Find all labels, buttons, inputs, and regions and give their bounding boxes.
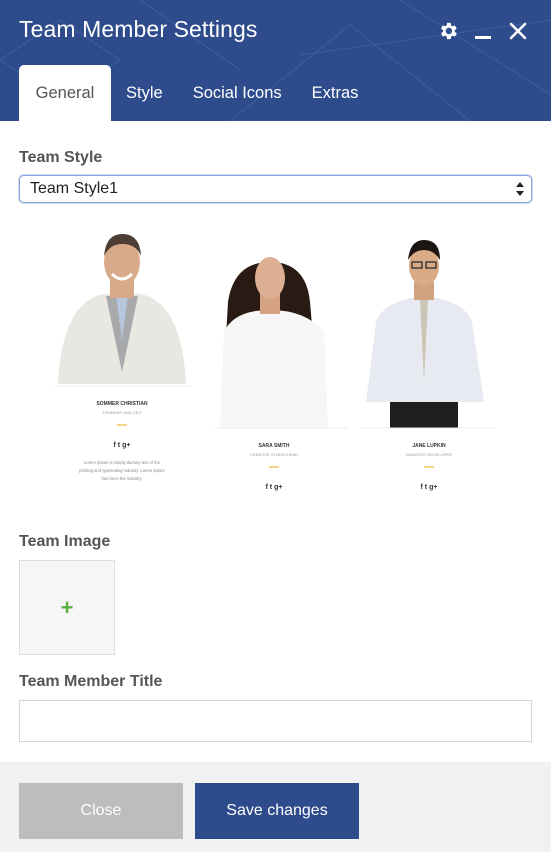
settings-button[interactable] xyxy=(435,18,461,44)
team-image-upload[interactable]: + xyxy=(19,560,115,655)
preview-member-1-social: f t g+ xyxy=(114,442,131,449)
preview-member-3: JANE LUPKIN MAGENTO DEVELOPER f t g+ xyxy=(362,240,496,491)
team-member-title-input[interactable] xyxy=(19,700,532,742)
preview-member-3-role: MAGENTO DEVELOPER xyxy=(406,452,452,457)
preview-member-1-bio-1: Lorem Ipsum is simply dummy text of the xyxy=(84,460,161,465)
preview-member-2-name: SARA SMITH xyxy=(259,443,290,449)
dialog-footer: Close Save changes xyxy=(0,762,551,852)
team-style-label: Team Style xyxy=(19,149,103,166)
close-dialog-button[interactable]: Close xyxy=(19,783,183,839)
close-button[interactable] xyxy=(505,18,531,44)
tab-extras[interactable]: Extras xyxy=(297,65,374,121)
add-image-icon: + xyxy=(60,594,74,620)
preview-member-1-bio-2: printing and typesetting industry. Lorem… xyxy=(79,468,165,473)
minimize-button[interactable] xyxy=(470,18,496,44)
select-arrows-icon xyxy=(516,182,524,196)
minimize-icon xyxy=(475,36,491,39)
team-style-select[interactable]: Team Style1 xyxy=(19,175,532,203)
dialog-header: Team Member Settings General Style Socia… xyxy=(0,0,551,121)
tab-general[interactable]: General xyxy=(19,65,111,121)
preview-member-1-bio-3: has been the industry. xyxy=(102,476,143,481)
gear-icon xyxy=(441,22,457,40)
preview-member-1-role: FOUNDER AND CEO xyxy=(103,410,142,415)
dialog-title: Team Member Settings xyxy=(19,16,258,42)
tab-style[interactable]: Style xyxy=(111,65,178,121)
team-image-label: Team Image xyxy=(19,533,111,550)
team-style-preview: SOMMER CHRISTIAN FOUNDER AND CEO f t g+ … xyxy=(54,234,496,491)
preview-member-2-role: CREATIVE STUDIO HEAD xyxy=(250,452,298,457)
team-style-selected-value: Team Style1 xyxy=(30,180,119,197)
team-member-settings-dialog: Team Member Settings General Style Socia… xyxy=(0,0,551,852)
preview-member-1: SOMMER CHRISTIAN FOUNDER AND CEO f t g+ … xyxy=(54,234,190,481)
preview-member-3-social: f t g+ xyxy=(421,484,438,491)
preview-member-2: SARA SMITH CREATIVE STUDIO HEAD f t g+ xyxy=(214,257,348,491)
team-member-title-label: Team Member Title xyxy=(19,673,163,690)
save-changes-button[interactable]: Save changes xyxy=(195,783,359,839)
tab-social-icons[interactable]: Social Icons xyxy=(178,65,297,121)
preview-member-2-social: f t g+ xyxy=(266,484,283,491)
preview-member-1-name: SOMMER CHRISTIAN xyxy=(96,401,148,407)
preview-member-3-name: JANE LUPKIN xyxy=(412,443,446,449)
tab-bar: General Style Social Icons Extras xyxy=(19,65,373,121)
close-icon xyxy=(509,22,527,40)
